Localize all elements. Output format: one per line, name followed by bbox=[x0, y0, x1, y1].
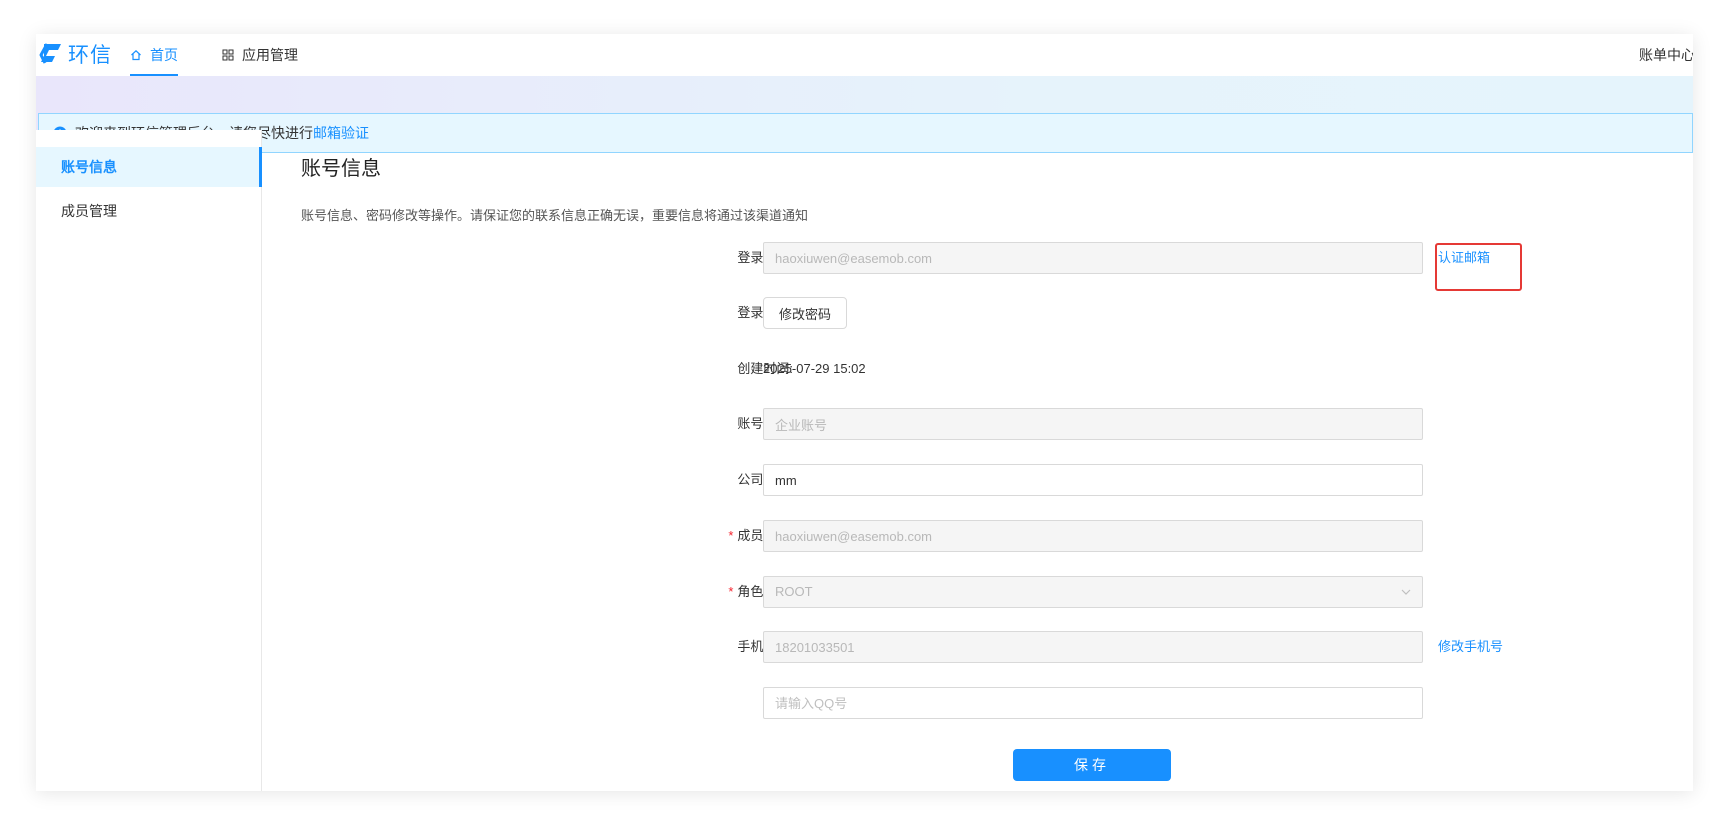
save-button[interactable]: 保存 bbox=[1013, 749, 1171, 781]
form-row-member-nickname: *成员昵称: bbox=[36, 520, 1693, 552]
role-select[interactable]: ROOT bbox=[763, 576, 1423, 608]
page-title: 账号信息 bbox=[301, 158, 381, 180]
form-row-account-type: 账号类型: bbox=[36, 408, 1693, 440]
verify-email-link[interactable]: 认证邮箱 bbox=[1438, 242, 1490, 274]
company-name-input[interactable] bbox=[763, 464, 1423, 496]
form-row-phone: 手机号码: 修改手机号 bbox=[36, 631, 1693, 663]
change-password-button[interactable]: 修改密码 bbox=[763, 297, 848, 329]
logo-text: 环信 bbox=[68, 44, 112, 67]
form-row-qq: QQ: bbox=[36, 687, 1693, 719]
email-verify-link[interactable]: 邮箱验证 bbox=[313, 123, 369, 143]
logo[interactable]: 环信 bbox=[38, 39, 112, 69]
sidebar-item-member-management[interactable]: 成员管理 bbox=[36, 191, 261, 231]
account-type-input[interactable] bbox=[763, 408, 1423, 440]
notice-band: 欢迎来到环信管理后台，请您尽快进行邮箱验证 bbox=[36, 76, 1693, 153]
grid-icon bbox=[222, 49, 234, 61]
required-mark: * bbox=[728, 584, 734, 599]
change-phone-link[interactable]: 修改手机号 bbox=[1438, 631, 1503, 663]
app-window: 环信 首页 应用管理 账单中心 邮箱验证 账号信息 成员管理 账号信息 账号信息… bbox=[36, 34, 1693, 791]
form-row-company-name: 公司名称: bbox=[36, 464, 1693, 496]
form-row-role: *角色权限: ROOT bbox=[36, 576, 1693, 608]
top-navigation: 环信 首页 应用管理 账单中心 bbox=[36, 34, 1693, 76]
login-email-input[interactable] bbox=[763, 242, 1423, 274]
nav-home[interactable]: 首页 bbox=[130, 34, 178, 76]
home-icon bbox=[130, 49, 142, 61]
logo-icon bbox=[39, 43, 61, 64]
nav-app-management-label: 应用管理 bbox=[242, 47, 298, 63]
phone-input[interactable] bbox=[763, 631, 1423, 663]
form-row-login-email: 登录邮箱: 认证邮箱 bbox=[36, 242, 1693, 274]
chevron-down-icon bbox=[1400, 586, 1412, 598]
role-select-value: ROOT bbox=[775, 584, 813, 599]
nav-home-label: 首页 bbox=[150, 47, 178, 63]
form-row-created-time: 创建时间: 2025-07-29 15:02 bbox=[36, 353, 1693, 385]
qq-input[interactable] bbox=[763, 687, 1423, 719]
sidebar-item-account-info[interactable]: 账号信息 bbox=[36, 147, 262, 187]
member-nickname-input[interactable] bbox=[763, 520, 1423, 552]
nav-billing-center[interactable]: 账单中心 bbox=[1639, 34, 1693, 76]
notice-alert: 欢迎来到环信管理后台，请您尽快进行邮箱验证 bbox=[38, 113, 1693, 153]
form-row-login-password: 登录密码: 修改密码 bbox=[36, 297, 1693, 329]
nav-app-management[interactable]: 应用管理 bbox=[222, 34, 298, 76]
created-time-value: 2025-07-29 15:02 bbox=[763, 361, 866, 376]
required-mark: * bbox=[728, 528, 734, 543]
page-description: 账号信息、密码修改等操作。请保证您的联系信息正确无误，重要信息将通过该渠道通知 bbox=[301, 208, 809, 223]
